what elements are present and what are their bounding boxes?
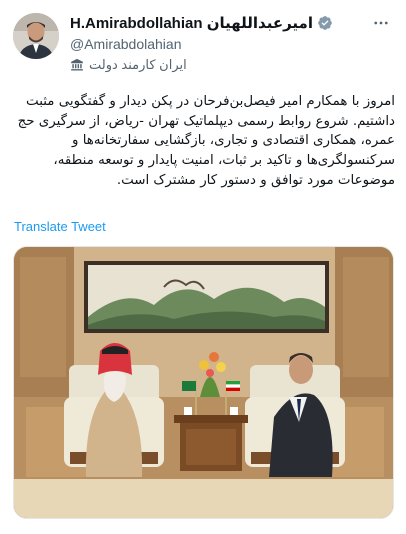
tweet-photo[interactable]: [13, 246, 394, 519]
author-name-row[interactable]: H.Amirabdollahian امیرعبداللهیان: [70, 14, 333, 32]
more-options-icon[interactable]: [370, 12, 392, 34]
author-name[interactable]: H.Amirabdollahian امیرعبداللهیان: [70, 14, 313, 32]
avatar[interactable]: [13, 13, 59, 59]
tweet-card: H.Amirabdollahian امیرعبداللهیان @Amirab…: [0, 0, 406, 534]
government-building-icon: [70, 58, 84, 72]
translate-tweet-link[interactable]: Translate Tweet: [14, 219, 106, 234]
tweet-text: امروز با همکارم امیر فیصل‌بن‌فرحان در پک…: [17, 94, 395, 188]
meeting-photo-illustration: [14, 247, 393, 518]
government-label: ایران کارمند دولت: [70, 57, 187, 73]
author-handle[interactable]: @Amirabdolahian: [70, 36, 182, 52]
verified-badge-icon[interactable]: [317, 15, 333, 31]
government-label-text: ایران کارمند دولت: [89, 57, 187, 72]
